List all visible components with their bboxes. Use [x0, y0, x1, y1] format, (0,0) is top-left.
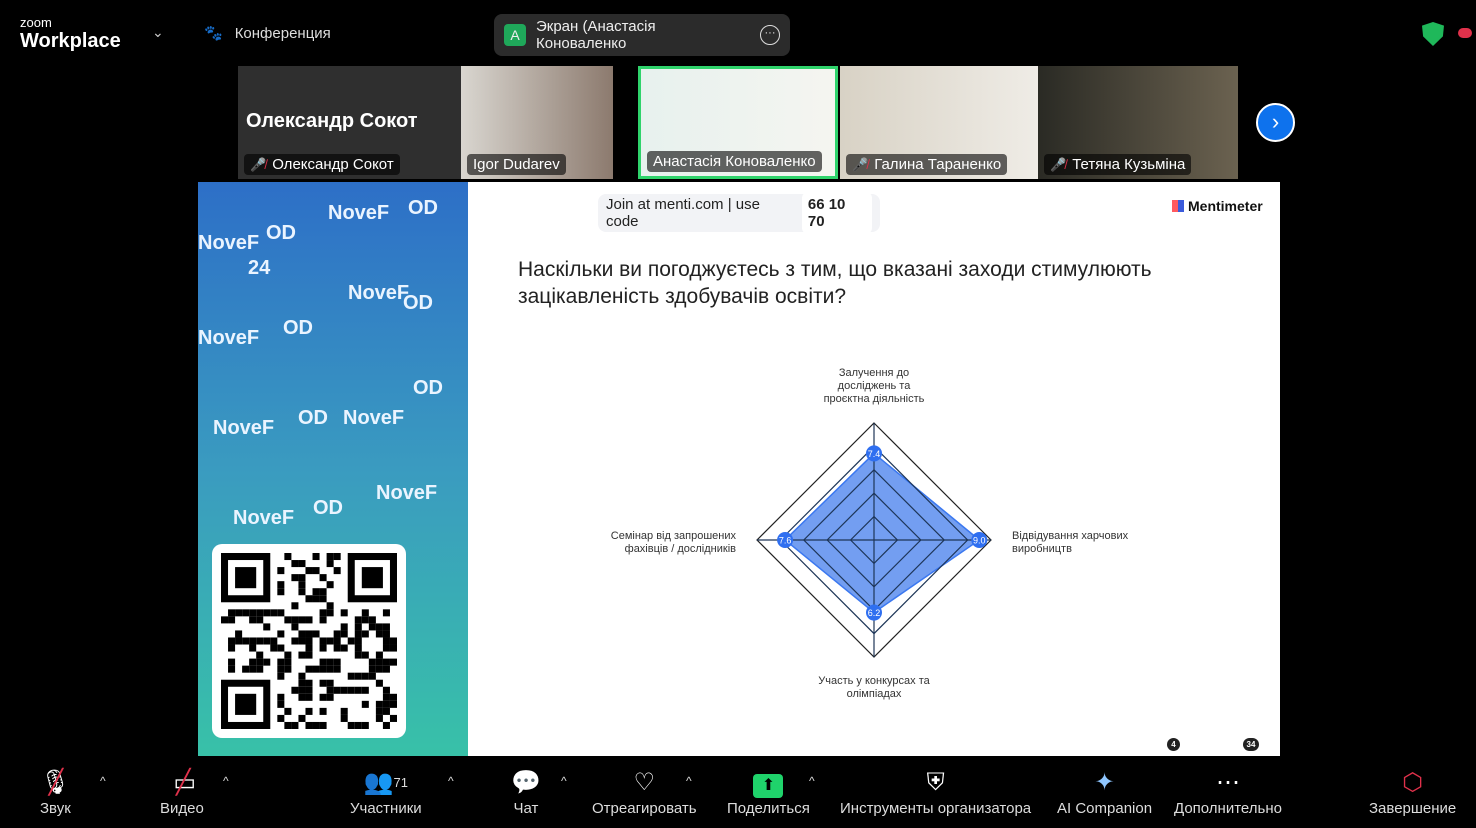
- audio-label: Звук: [40, 800, 71, 817]
- participant-tile[interactable]: Igor Dudarev: [461, 66, 613, 179]
- ai-companion-button[interactable]: ✦ AI Companion: [1057, 766, 1152, 817]
- host-tools-label: Инструменты организатора: [840, 800, 1032, 817]
- counter-badge: 34: [1243, 738, 1259, 751]
- video-button[interactable]: ▭╱ Видео: [160, 766, 204, 817]
- more-dots-icon: ⋯: [1215, 769, 1240, 796]
- zoom-logo-small: zoom: [20, 15, 52, 30]
- chat-icon: 💬: [511, 769, 541, 796]
- participant-name: Анастасія Коноваленко: [653, 153, 816, 170]
- sparkle-icon: ✦: [1094, 769, 1115, 796]
- participants-button[interactable]: 👥71 Участники: [350, 766, 422, 817]
- more-options-icon[interactable]: ···: [760, 25, 781, 45]
- cloud-record-icon[interactable]: [1458, 28, 1472, 38]
- avatar: A: [504, 24, 526, 46]
- share-options-caret[interactable]: ^: [809, 774, 815, 788]
- video-off-icon: ▭╱: [173, 769, 197, 796]
- paw-icon: 🐾: [204, 25, 223, 42]
- meeting-menu-label: Конференция: [234, 24, 331, 42]
- react-button[interactable]: ♡ Отреагировать: [592, 766, 697, 817]
- share-button[interactable]: ⬆ Поделиться: [727, 766, 810, 817]
- next-page-button[interactable]: ›: [1256, 103, 1295, 142]
- participant-tile[interactable]: 🎤̸ Тетяна Кузьміна: [1038, 66, 1238, 179]
- axis-label-bottom: Участь у конкурсах та олімпіадах: [818, 675, 930, 700]
- shared-screen-slide: NoveF OD OD NoveF 24 NoveF OD OD NoveF NoveF OD Nov…: [198, 182, 1280, 756]
- screen-share-label: Экран (Анастасія Коноваленко: [536, 18, 656, 52]
- end-meeting-button[interactable]: ⬡ Завершение: [1369, 766, 1456, 817]
- participant-big-name: Олександр Сокот: [246, 110, 418, 132]
- data-label: 9.0: [973, 536, 986, 546]
- participants-label: Участники: [350, 800, 422, 817]
- mic-muted-icon: 🎤̸: [852, 156, 869, 172]
- end-label: Завершение: [1369, 800, 1457, 817]
- react-options-caret[interactable]: ^: [686, 774, 692, 788]
- participant-name: Олександр Сокот: [272, 156, 394, 173]
- host-tools-button[interactable]: ⛨ Инструменты организатора: [840, 766, 1031, 817]
- participant-name: Галина Тараненко: [874, 156, 1002, 173]
- data-label: 6.2: [868, 608, 881, 618]
- mic-muted-icon: 🎤̸: [250, 156, 267, 172]
- participant-tile-active[interactable]: Анастасія Коноваленко: [638, 66, 838, 179]
- chat-button[interactable]: 💬 Чат: [511, 766, 541, 817]
- participants-options-caret[interactable]: ^: [448, 774, 454, 788]
- participant-name: Igor Dudarev: [473, 156, 560, 173]
- mic-muted-icon: 🎤̸: [1050, 156, 1067, 172]
- screen-share-indicator[interactable]: A Экран (Анастасія Коноваленко ···: [494, 14, 790, 56]
- more-button[interactable]: ⋯ Дополнительно: [1174, 766, 1282, 817]
- zoom-logo-workplace: Workplace: [20, 30, 121, 52]
- mic-muted-icon: 🎙╱: [40, 769, 71, 796]
- chevron-down-icon[interactable]: ⌄: [152, 24, 164, 41]
- axis-label-right: Відвідування харчових виробництв: [1012, 530, 1129, 555]
- meeting-toolbar: 🎙╱ Звук ^ ▭╱ Видео ^ 👥71 Участники ^ 💬 Чат ^…: [0, 756, 1476, 828]
- chat-options-caret[interactable]: ^: [561, 774, 567, 788]
- data-label: 7.4: [868, 449, 881, 459]
- counter-badge: 4: [1167, 738, 1180, 751]
- share-label: Поделиться: [727, 800, 810, 817]
- top-bar: zoom Workplace ⌄ 🐾 Конференция A Экран (А…: [0, 0, 1476, 62]
- radar-chart: 7.4 9.0 6.2 7.6: [756, 422, 992, 658]
- participant-tile[interactable]: Олександр Сокот 🎤̸ Олександр Сокот: [238, 66, 461, 179]
- participants-icon: 👥71: [363, 769, 409, 796]
- shield-icon: ⛨: [926, 769, 945, 796]
- axis-label-top: Залучення до досліджень та проєктна діял…: [823, 367, 925, 405]
- video-options-caret[interactable]: ^: [223, 774, 229, 788]
- end-x-icon: ⬡: [1402, 769, 1424, 796]
- meeting-menu[interactable]: 🐾 Конференция: [204, 24, 331, 43]
- ai-companion-label: AI Companion: [1057, 800, 1153, 817]
- participant-name: Тетяна Кузьміна: [1072, 156, 1186, 173]
- audio-options-caret[interactable]: ^: [100, 774, 106, 788]
- participants-count: 71: [393, 775, 409, 790]
- chat-label: Чат: [513, 800, 539, 817]
- heart-icon: ♡: [633, 769, 656, 796]
- participant-tile[interactable]: 🎤̸ Галина Тараненко: [840, 66, 1038, 179]
- more-label: Дополнительно: [1174, 800, 1282, 817]
- axis-label-left: Семінар від запрошених фахівців / дослід…: [610, 530, 736, 555]
- data-label: 7.6: [779, 536, 792, 546]
- share-arrow-icon: ⬆: [753, 766, 784, 800]
- video-label: Видео: [160, 800, 204, 817]
- audio-button[interactable]: 🎙╱ Звук: [40, 766, 71, 817]
- react-label: Отреагировать: [592, 800, 697, 817]
- security-shield-icon[interactable]: [1422, 22, 1444, 46]
